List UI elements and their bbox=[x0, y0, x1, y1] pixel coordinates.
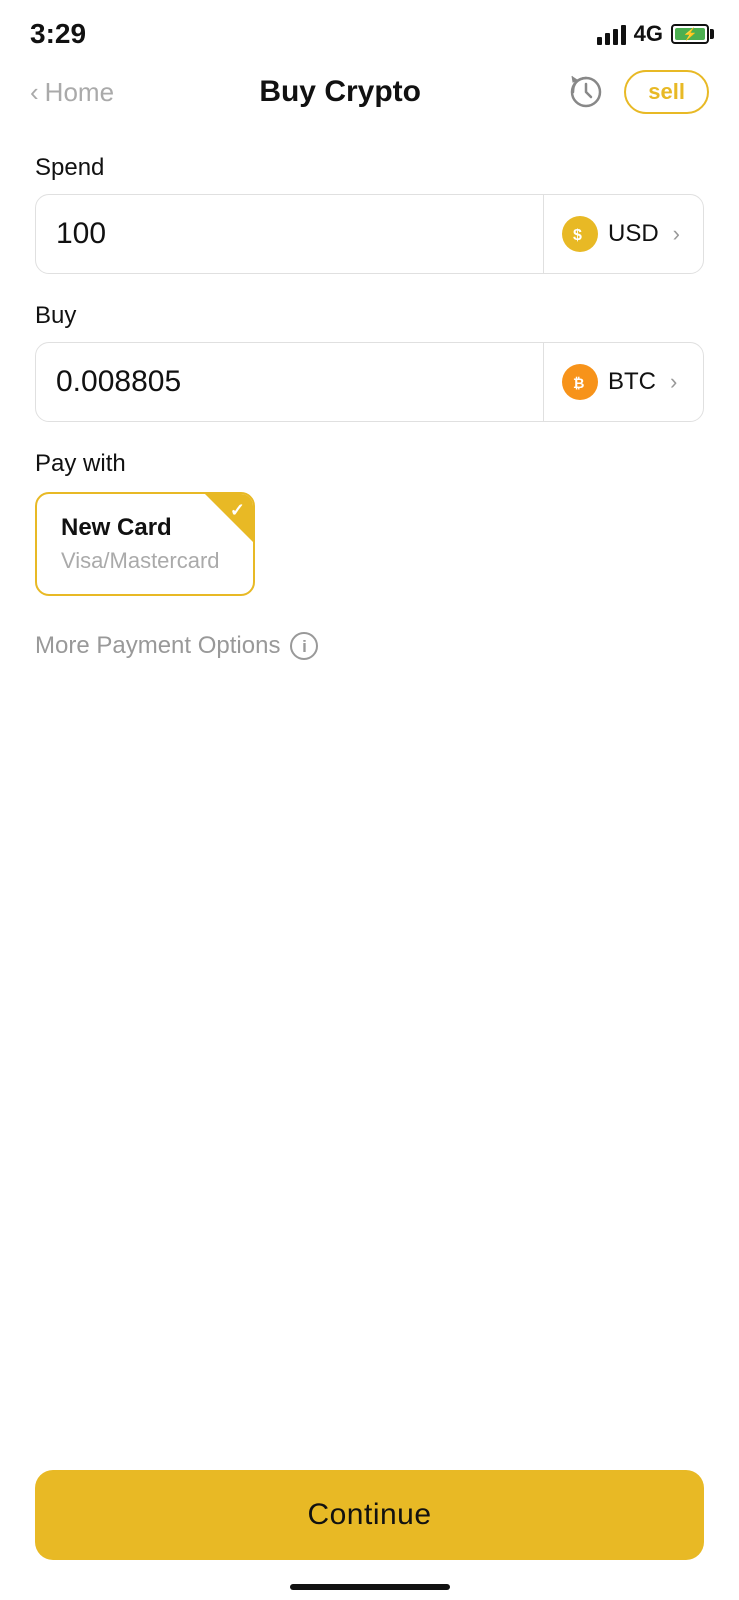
spend-amount-input[interactable] bbox=[36, 195, 543, 273]
spend-section: Spend $ USD › bbox=[35, 154, 704, 274]
spend-label: Spend bbox=[35, 154, 704, 182]
btc-icon: ₿ bbox=[562, 364, 598, 400]
status-right: 4G ⚡ bbox=[597, 21, 709, 47]
spend-input-row: $ USD › bbox=[35, 194, 704, 274]
spend-currency-chevron-icon: › bbox=[673, 221, 680, 247]
info-icon: i bbox=[290, 632, 318, 660]
spend-currency-selector[interactable]: $ USD › bbox=[543, 195, 703, 273]
buy-input-row: ₿ BTC › bbox=[35, 342, 704, 422]
status-bar: 3:29 4G ⚡ bbox=[0, 0, 739, 60]
payment-card-sub: Visa/Mastercard bbox=[61, 548, 229, 574]
usd-icon: $ bbox=[562, 216, 598, 252]
battery-icon: ⚡ bbox=[671, 24, 709, 44]
more-options-label: More Payment Options bbox=[35, 632, 280, 660]
battery-fill: ⚡ bbox=[675, 28, 705, 40]
back-label: Home bbox=[45, 77, 114, 108]
network-label: 4G bbox=[634, 21, 663, 47]
svg-text:$: $ bbox=[573, 227, 582, 244]
signal-bars-icon bbox=[597, 23, 626, 45]
battery-lightning-icon: ⚡ bbox=[683, 27, 698, 41]
main-content: Spend $ USD › Buy ₿ bbox=[0, 134, 739, 660]
buy-amount-input[interactable] bbox=[36, 343, 543, 421]
pay-with-section: Pay with New Card Visa/Mastercard More P… bbox=[35, 450, 704, 660]
buy-section: Buy ₿ BTC › bbox=[35, 302, 704, 422]
buy-currency-selector[interactable]: ₿ BTC › bbox=[543, 343, 703, 421]
buy-label: Buy bbox=[35, 302, 704, 330]
payment-card[interactable]: New Card Visa/Mastercard bbox=[35, 492, 255, 596]
back-chevron-icon: ‹ bbox=[30, 79, 39, 105]
sell-button[interactable]: sell bbox=[624, 70, 709, 114]
home-indicator bbox=[290, 1584, 450, 1590]
continue-btn-wrapper: Continue bbox=[35, 1470, 704, 1560]
nav-bar: ‹ Home Buy Crypto sell bbox=[0, 60, 739, 134]
page-title: Buy Crypto bbox=[259, 75, 421, 109]
buy-currency-code: BTC bbox=[608, 368, 656, 396]
status-time: 3:29 bbox=[30, 18, 86, 50]
info-icon-text: i bbox=[302, 638, 307, 655]
nav-actions: sell bbox=[566, 70, 709, 114]
svg-text:₿: ₿ bbox=[573, 375, 584, 391]
history-icon[interactable] bbox=[566, 72, 606, 112]
spend-currency-code: USD bbox=[608, 220, 659, 248]
continue-button[interactable]: Continue bbox=[35, 1470, 704, 1560]
payment-card-badge-icon bbox=[205, 494, 253, 542]
buy-currency-chevron-icon: › bbox=[670, 369, 677, 395]
back-button[interactable]: ‹ Home bbox=[30, 77, 114, 108]
payment-card-name: New Card bbox=[61, 514, 229, 542]
more-payment-options[interactable]: More Payment Options i bbox=[35, 632, 704, 660]
pay-with-label: Pay with bbox=[35, 450, 704, 478]
